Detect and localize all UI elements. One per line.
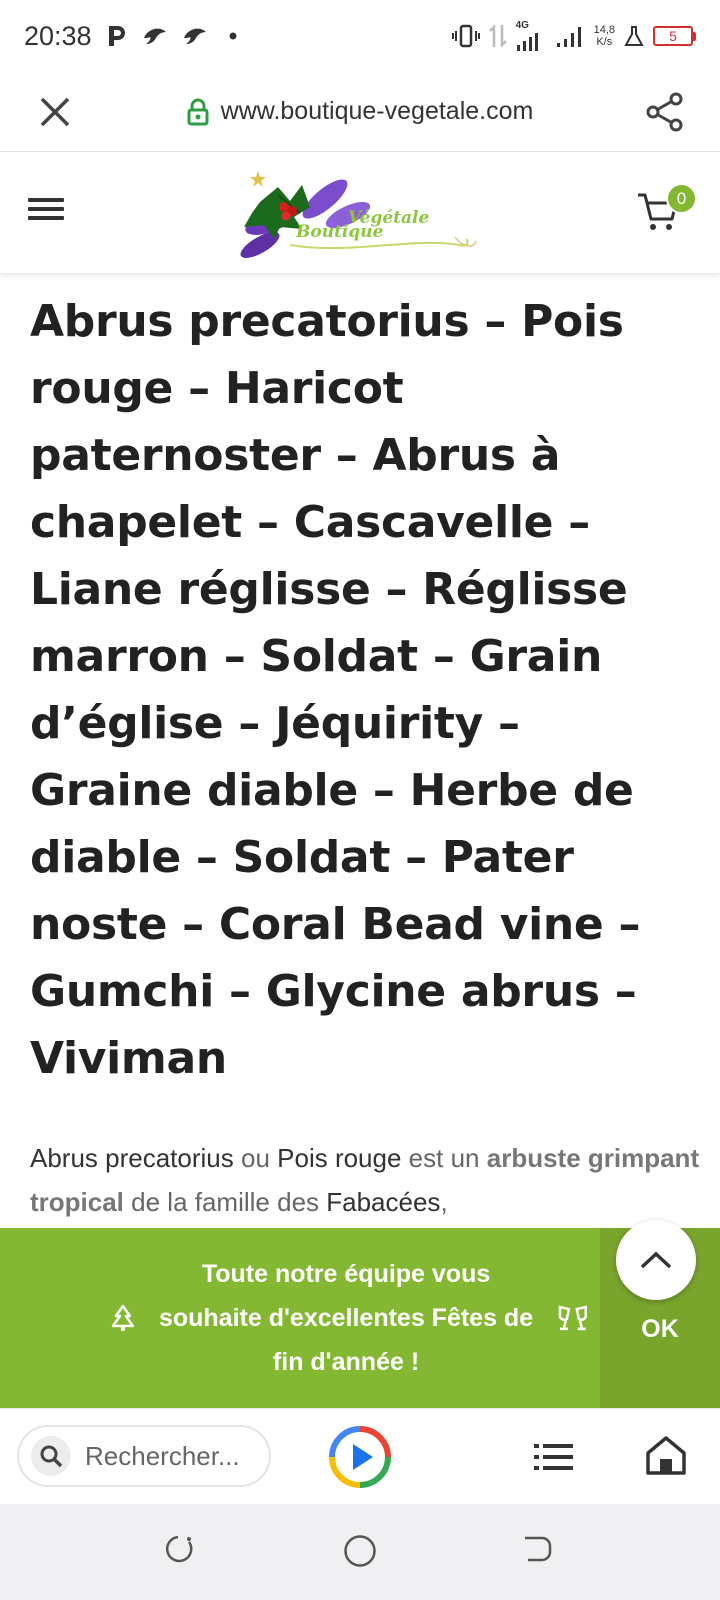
network-type: 4G: [515, 20, 529, 31]
chevron-up-icon: [640, 1251, 672, 1269]
menu-button[interactable]: [28, 193, 64, 229]
home-nav-button[interactable]: [343, 1534, 377, 1568]
lock-icon: [187, 98, 209, 125]
intro-link-abrus[interactable]: Abrus precatorius: [30, 1143, 234, 1173]
vibrate-icon: [451, 24, 480, 48]
search-input[interactable]: Rechercher...: [17, 1425, 271, 1487]
intro-link-pois-rouge[interactable]: Pois rouge: [277, 1143, 401, 1173]
battery-icon: 5: [653, 26, 696, 46]
battery-level: 5: [669, 28, 677, 44]
intro-link-fabacees[interactable]: Fabacées: [326, 1187, 440, 1217]
logo-text-boutique: Boutique: [295, 222, 384, 242]
share-button[interactable]: [610, 72, 720, 152]
intro-text: ou: [233, 1143, 278, 1173]
url-bar: www.boutique-vegetale.com: [0, 72, 720, 152]
status-time: 20:38: [24, 20, 92, 51]
intro-text: de la famille des: [123, 1187, 327, 1217]
play-button[interactable]: [328, 1425, 392, 1489]
intro-text: est un: [401, 1143, 487, 1173]
url-text: www.boutique-vegetale.com: [220, 97, 534, 125]
net-speed-unit: K/s: [596, 36, 613, 48]
recents-button[interactable]: [163, 1534, 193, 1564]
close-tab-button[interactable]: [0, 72, 110, 152]
dot-icon: [229, 32, 237, 40]
net-speed: 14,8 K/s: [594, 24, 615, 48]
parking-icon: [108, 26, 125, 46]
browser-bottom-toolbar: Rechercher...: [0, 1408, 720, 1504]
signal-icon: [516, 33, 538, 51]
intro-paragraph: Abrus precatorius ou Pois rouge est un a…: [30, 1136, 700, 1224]
list-button[interactable]: [531, 1435, 575, 1479]
status-bar: 20:38 4G 14,8 K/s 5: [0, 0, 720, 72]
search-placeholder: Rechercher...: [85, 1440, 240, 1471]
home-button[interactable]: [644, 1433, 688, 1477]
notification-icons: [106, 24, 244, 48]
play-icon: [353, 1444, 373, 1470]
champagne-glasses-icon: [559, 1305, 588, 1331]
system-nav-bar: [0, 1504, 720, 1600]
data-arrows-icon: [488, 23, 507, 49]
cart-count-badge: 0: [666, 183, 697, 214]
signal-icon-2: [556, 27, 581, 47]
page-title: Abrus precatorius – Pois rouge – Haricot…: [30, 296, 641, 1084]
holiday-banner: Toute notre équipe vous souhaite d'excel…: [0, 1228, 720, 1408]
site-logo[interactable]: Végétale Boutique: [230, 167, 480, 262]
back-button[interactable]: [522, 1534, 552, 1564]
close-icon: [40, 97, 70, 126]
hamburger-icon: [28, 198, 64, 202]
net-speed-value: 14,8: [593, 24, 615, 36]
banner-message: Toute notre équipe vous souhaite d'excel…: [158, 1260, 534, 1376]
share-icon: [646, 92, 683, 131]
banner-content: Toute notre équipe vous souhaite d'excel…: [0, 1228, 600, 1408]
intro-text: ,: [440, 1187, 448, 1217]
bird-icon: [183, 28, 206, 44]
bird-icon: [143, 28, 166, 44]
scroll-to-top-button[interactable]: [616, 1220, 696, 1300]
site-header: Végétale Boutique 0: [0, 153, 720, 273]
flask-icon: [624, 26, 644, 46]
status-right: 4G 14,8 K/s 5: [451, 21, 696, 51]
search-icon: [31, 1436, 71, 1476]
tree-icon: [111, 1304, 135, 1331]
address-field[interactable]: www.boutique-vegetale.com: [110, 97, 610, 126]
signal-4g: 4G: [516, 21, 548, 51]
